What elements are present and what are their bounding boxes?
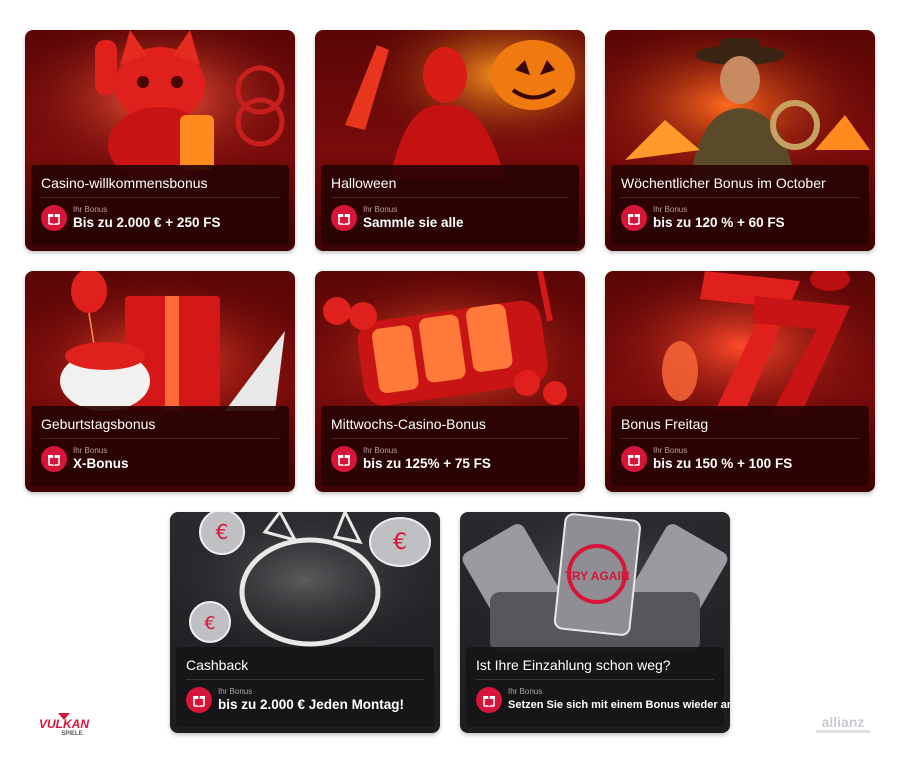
divider [331, 438, 569, 439]
bonus-value: Sammle sie alle [363, 215, 464, 230]
bonus-card-panel: Halloween Ihr Bonus Sammle sie alle [321, 165, 579, 245]
divider [476, 679, 714, 680]
card-title: Mittwochs-Casino-Bonus [331, 416, 486, 432]
divider [621, 438, 859, 439]
bonus-card-panel: Bonus Freitag Ihr Bonus bis zu 150 % + 1… [611, 406, 869, 486]
allianz-logo-text: allianz [822, 714, 865, 730]
gift-icon [186, 687, 212, 713]
svg-text:€: € [204, 613, 215, 634]
piggy-bank-illustration: € € € [170, 512, 440, 662]
bonus-card-birthday[interactable]: Geburtstagsbonus Ihr Bonus X-Bonus [25, 271, 295, 492]
bonus-label: Ihr Bonus [218, 687, 253, 696]
bonus-card-panel: Mittwochs-Casino-Bonus Ihr Bonus bis zu … [321, 406, 579, 486]
bonus-card-halloween[interactable]: Halloween Ihr Bonus Sammle sie alle [315, 30, 585, 251]
gift-icon [41, 446, 67, 472]
card-title: Wöchentlicher Bonus im October [621, 175, 826, 191]
card-title: Ist Ihre Einzahlung schon weg? [476, 657, 671, 673]
birthday-gift-illustration [25, 271, 295, 421]
bonus-card-cashback[interactable]: € € € Cashback Ihr Bonus bis zu 2.000 € … [170, 512, 440, 733]
bonus-card-try-again[interactable]: TRY AGAIN Ist Ihre Einzahlung schon weg?… [460, 512, 730, 733]
bonus-card-panel: Casino-willkommensbonus Ihr Bonus Bis zu… [31, 165, 289, 245]
bonus-card-panel: Ist Ihre Einzahlung schon weg? Ihr Bonus… [466, 647, 730, 727]
card-title: Bonus Freitag [621, 416, 709, 432]
bonus-card-friday[interactable]: Bonus Freitag Ihr Bonus bis zu 150 % + 1… [605, 271, 875, 492]
slot-machine-illustration [315, 271, 585, 421]
divider [186, 679, 424, 680]
gift-icon [621, 446, 647, 472]
card-title: Geburtstagsbonus [41, 416, 156, 432]
bonus-label: Ihr Bonus [363, 205, 398, 214]
bonus-value: bis zu 120 % + 60 FS [653, 215, 785, 230]
bonus-label: Ihr Bonus [653, 205, 688, 214]
try-again-text: TRY AGAIN [565, 569, 630, 583]
bonus-label: Ihr Bonus [363, 446, 398, 455]
svg-text:€: € [393, 530, 407, 555]
gift-icon [331, 205, 357, 231]
divider [41, 197, 279, 198]
bonus-label: Ihr Bonus [73, 446, 108, 455]
vulkan-logo-text: VULKAN [39, 717, 89, 731]
bonus-label: Ihr Bonus [508, 687, 543, 696]
bonus-card-wednesday[interactable]: Mittwochs-Casino-Bonus Ihr Bonus bis zu … [315, 271, 585, 492]
gift-icon [476, 687, 502, 713]
bonus-value: bis zu 2.000 € Jeden Montag! [218, 697, 405, 712]
svg-text:€: € [216, 520, 229, 544]
vulkan-logo-subtext: SPIELE [61, 731, 82, 737]
gift-icon [621, 205, 647, 231]
double-seven-illustration [605, 271, 875, 421]
playing-cards-illustration: TRY AGAIN [460, 512, 730, 662]
bonus-card-panel: Geburtstagsbonus Ihr Bonus X-Bonus [31, 406, 289, 486]
divider [621, 197, 859, 198]
bonus-label: Ihr Bonus [653, 446, 688, 455]
lucky-cat-illustration [25, 30, 295, 180]
divider [41, 438, 279, 439]
gift-icon [41, 205, 67, 231]
halloween-illustration [315, 30, 585, 180]
bonus-label: Ihr Bonus [73, 205, 108, 214]
bonus-card-panel: Wöchentlicher Bonus im October Ihr Bonus… [611, 165, 869, 245]
bonus-value: Bis zu 2.000 € + 250 FS [73, 215, 221, 230]
card-title: Cashback [186, 657, 249, 673]
bonus-value: bis zu 125% + 75 FS [363, 456, 491, 471]
bonus-card-weekly[interactable]: Wöchentlicher Bonus im October Ihr Bonus… [605, 30, 875, 251]
bonus-card-panel: Cashback Ihr Bonus bis zu 2.000 € Jeden … [176, 647, 434, 727]
bonus-value: X-Bonus [73, 456, 129, 471]
allianz-logo: allianz [816, 714, 870, 733]
bonus-card-welcome[interactable]: Casino-willkommensbonus Ihr Bonus Bis zu… [25, 30, 295, 251]
divider [331, 197, 569, 198]
adventurer-illustration [605, 30, 875, 180]
bonus-value: bis zu 150 % + 100 FS [653, 456, 793, 471]
gift-icon [331, 446, 357, 472]
bonus-value: Setzen Sie sich mit einem Bonus wieder a… [508, 699, 730, 711]
vulkan-logo: VULKAN SPIELE [39, 713, 89, 737]
card-title: Halloween [331, 175, 397, 191]
card-title: Casino-willkommensbonus [41, 175, 208, 191]
